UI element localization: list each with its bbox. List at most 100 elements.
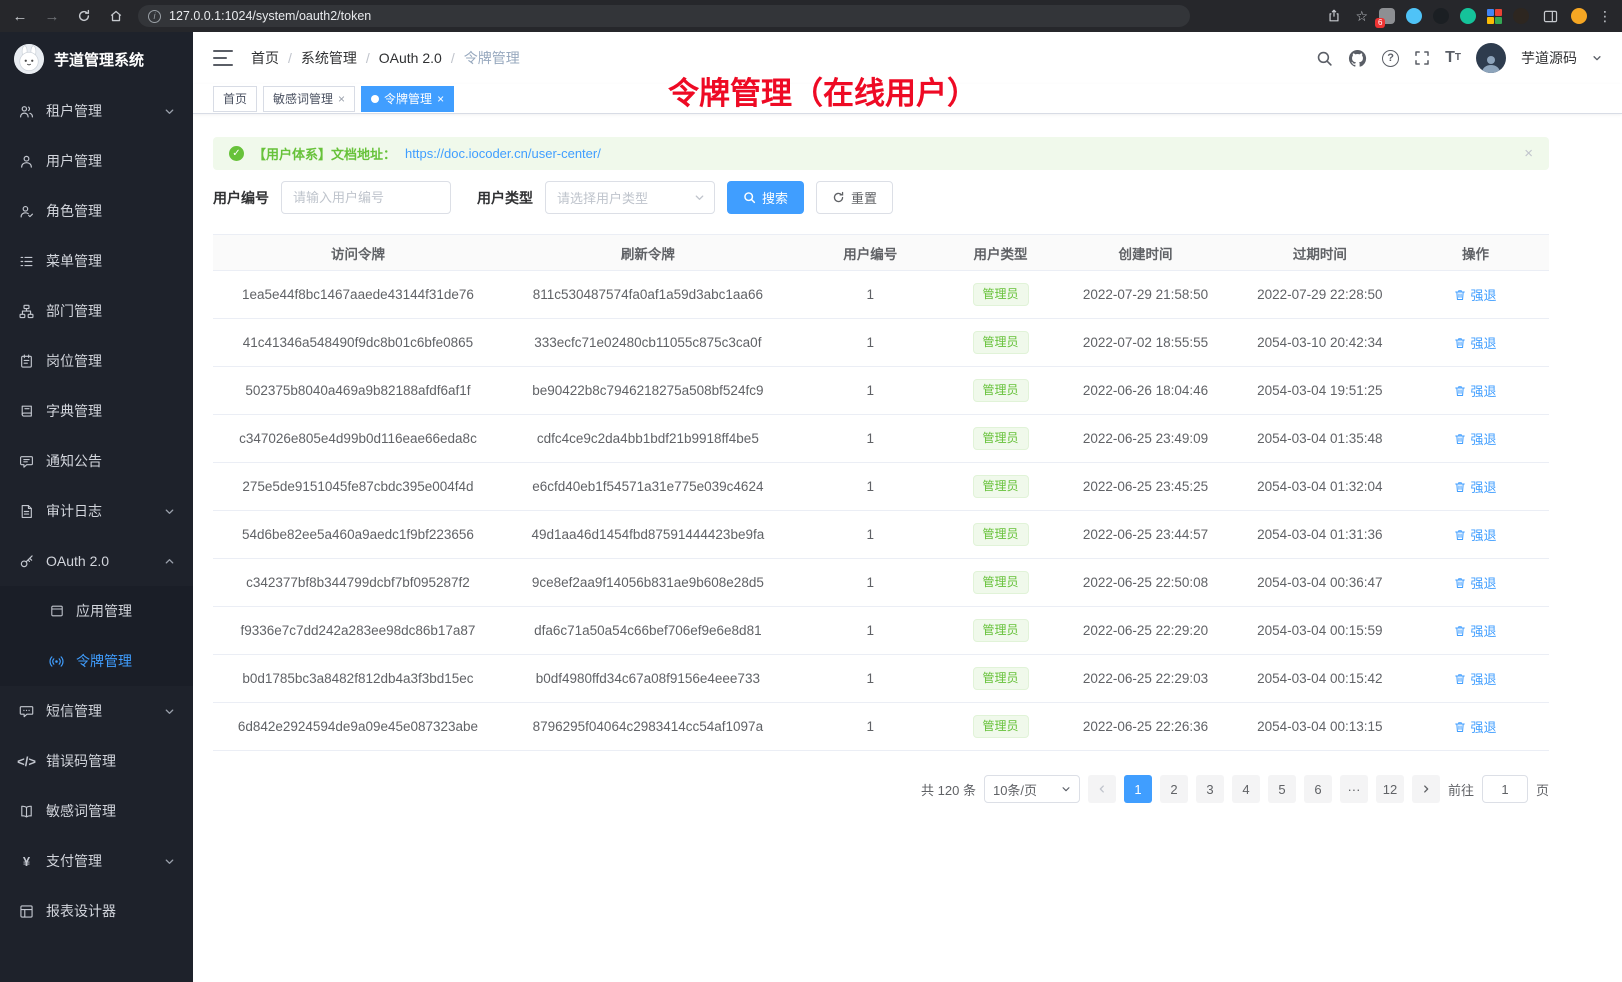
sidebar-collapse-icon[interactable] <box>213 50 233 66</box>
user-id-cell: 1 <box>793 367 948 415</box>
sidebar-item-error-code[interactable]: </> 错误码管理 <box>0 736 193 786</box>
col-created-time: 创建时间 <box>1053 235 1237 271</box>
chevron-down-icon <box>164 856 175 867</box>
user-id-cell: 1 <box>793 559 948 607</box>
close-icon[interactable]: × <box>437 92 444 106</box>
prev-page-button[interactable] <box>1088 775 1116 803</box>
bookmark-star-icon[interactable]: ☆ <box>1355 8 1368 25</box>
profile-avatar[interactable] <box>1571 8 1587 24</box>
fullscreen-icon[interactable] <box>1414 50 1430 66</box>
sidebar-item-app-management[interactable]: 应用管理 <box>0 586 193 636</box>
help-icon[interactable]: ? <box>1382 50 1399 67</box>
page-number-button[interactable]: 1 <box>1124 775 1152 803</box>
breadcrumb-home[interactable]: 首页 <box>251 48 279 68</box>
browser-menu-icon[interactable]: ⋮ <box>1598 8 1612 25</box>
page-number-button[interactable]: 12 <box>1376 775 1404 803</box>
force-logout-label: 强退 <box>1470 477 1496 496</box>
forward-icon[interactable]: → <box>42 6 62 26</box>
sidebar-item-report-designer[interactable]: 报表设计器 <box>0 886 193 936</box>
extension-dark-icon[interactable] <box>1433 8 1449 24</box>
force-logout-label: 强退 <box>1470 525 1496 544</box>
page-number-button[interactable]: 5 <box>1268 775 1296 803</box>
user-type-select[interactable]: 请选择用户类型 <box>545 181 715 214</box>
sidebar-item-post[interactable]: 岗位管理 <box>0 336 193 386</box>
page-number-button[interactable]: 6 <box>1304 775 1332 803</box>
address-bar[interactable]: i 127.0.0.1:1024/system/oauth2/token <box>138 5 1190 27</box>
force-logout-button[interactable]: 强退 <box>1454 333 1496 352</box>
sidebar-item-audit-log[interactable]: 审计日志 <box>0 486 193 536</box>
extension-blue-icon[interactable] <box>1406 8 1422 24</box>
force-logout-button[interactable]: 强退 <box>1454 525 1496 544</box>
created-time-cell: 2022-06-25 23:45:25 <box>1053 463 1237 511</box>
sidebar-item-token-management[interactable]: 令牌管理 <box>0 636 193 686</box>
sidebar-item-dept[interactable]: 部门管理 <box>0 286 193 336</box>
reload-icon[interactable] <box>74 6 94 26</box>
page-number-button[interactable]: 3 <box>1196 775 1224 803</box>
alert-close-icon[interactable]: × <box>1524 145 1533 162</box>
page-number-button[interactable]: 2 <box>1160 775 1188 803</box>
chevron-down-icon <box>1061 784 1071 794</box>
next-page-button[interactable] <box>1412 775 1440 803</box>
created-time-cell: 2022-06-25 22:29:03 <box>1053 655 1237 703</box>
github-icon[interactable] <box>1348 49 1367 68</box>
breadcrumb-system[interactable]: 系统管理 <box>301 48 357 68</box>
sidebar-item-user[interactable]: 用户管理 <box>0 136 193 186</box>
user-name[interactable]: 芋道源码 <box>1521 48 1577 68</box>
user-avatar[interactable] <box>1476 43 1506 73</box>
user-id-input[interactable] <box>281 181 451 214</box>
access-token-cell: 1ea5e44f8bc1467aaede43144f31de76 <box>213 271 503 319</box>
tab-token-management[interactable]: 令牌管理 × <box>361 86 454 112</box>
sidebar-item-notice[interactable]: 通知公告 <box>0 436 193 486</box>
tab-sensitive-word[interactable]: 敏感词管理 × <box>263 86 355 112</box>
sidebar-item-role[interactable]: 角色管理 <box>0 186 193 236</box>
close-icon[interactable]: × <box>338 92 345 106</box>
sidebar-item-pay[interactable]: ¥ 支付管理 <box>0 836 193 886</box>
user-type-badge: 管理员 <box>973 475 1029 499</box>
search-icon[interactable] <box>1316 50 1333 67</box>
chevron-down-icon[interactable] <box>1592 53 1602 63</box>
force-logout-button[interactable]: 强退 <box>1454 381 1496 400</box>
force-logout-button[interactable]: 强退 <box>1454 669 1496 688</box>
tab-home[interactable]: 首页 <box>213 86 257 112</box>
share-icon[interactable] <box>1324 6 1344 26</box>
sidebar-item-menu[interactable]: 菜单管理 <box>0 236 193 286</box>
force-logout-button[interactable]: 强退 <box>1454 621 1496 640</box>
force-logout-button[interactable]: 强退 <box>1454 573 1496 592</box>
extensions-puzzle-icon[interactable] <box>1487 9 1502 24</box>
force-logout-button[interactable]: 强退 <box>1454 429 1496 448</box>
site-info-icon[interactable]: i <box>148 10 161 23</box>
page-number-button[interactable]: 4 <box>1232 775 1260 803</box>
doc-link[interactable]: https://doc.iocoder.cn/user-center/ <box>405 146 601 161</box>
font-size-icon[interactable]: TT <box>1445 50 1461 66</box>
expire-time-cell: 2054-03-04 00:15:42 <box>1238 655 1402 703</box>
page-size-select[interactable]: 10条/页 <box>984 775 1080 803</box>
force-logout-button[interactable]: 强退 <box>1454 285 1496 304</box>
sidebar-item-tenant[interactable]: 租户管理 <box>0 86 193 136</box>
chevron-right-icon <box>1421 784 1431 794</box>
home-icon[interactable] <box>106 6 126 26</box>
sidebar-item-dict[interactable]: 字典管理 <box>0 386 193 436</box>
goto-page-input[interactable] <box>1482 775 1528 803</box>
sidebar-toggle-icon[interactable] <box>1540 6 1560 26</box>
table-row: 275e5de9151045fe87cbdc395e004f4d e6cfd40… <box>213 463 1549 511</box>
back-icon[interactable]: ← <box>10 6 30 26</box>
user-icon <box>18 153 35 170</box>
extension-paw-icon[interactable] <box>1513 8 1529 24</box>
force-logout-button[interactable]: 强退 <box>1454 717 1496 736</box>
force-logout-button[interactable]: 强退 <box>1454 477 1496 496</box>
search-button-label: 搜索 <box>762 188 788 207</box>
app-logo[interactable]: 芋道管理系统 <box>0 32 193 86</box>
sidebar-item-oauth[interactable]: OAuth 2.0 <box>0 536 193 586</box>
page-number-button[interactable]: ··· <box>1340 775 1368 803</box>
delete-icon <box>1454 673 1466 685</box>
search-button[interactable]: 搜索 <box>727 181 804 214</box>
extension-red-badge-icon[interactable]: 6 <box>1379 8 1395 24</box>
user-type-badge: 管理员 <box>973 523 1029 547</box>
sidebar-item-sms[interactable]: 短信管理 <box>0 686 193 736</box>
access-token-cell: 41c41346a548490f9dc8b01c6bfe0865 <box>213 319 503 367</box>
success-check-icon: ✓ <box>229 146 244 161</box>
sidebar-item-sensitive-word[interactable]: 敏感词管理 <box>0 786 193 836</box>
reset-button[interactable]: 重置 <box>816 181 893 214</box>
breadcrumb-oauth[interactable]: OAuth 2.0 <box>379 50 442 66</box>
extension-green-icon[interactable] <box>1460 8 1476 24</box>
